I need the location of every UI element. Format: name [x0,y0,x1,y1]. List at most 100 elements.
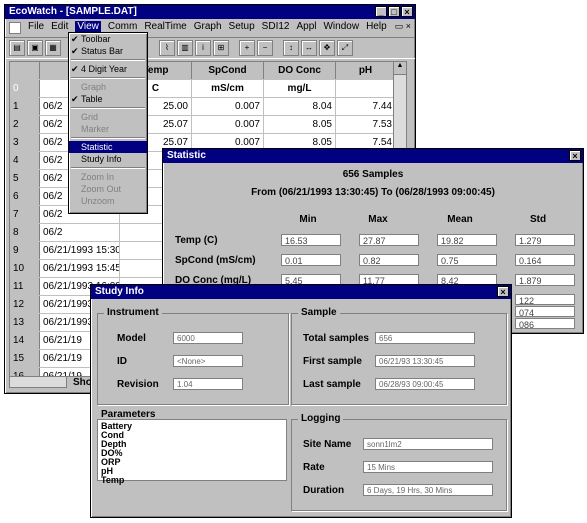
parameter-item[interactable]: Cond [101,431,283,440]
statistic-close-button[interactable]: × [569,150,581,161]
view-menu-item-zoom-in[interactable]: Zoom In [69,171,147,183]
menu-file[interactable]: File [28,21,44,35]
menu-appl[interactable]: Appl [296,21,316,35]
revision-label: Revision [117,379,159,390]
graph-icon[interactable]: ⌇ [159,40,175,56]
view-menu-item-study-info[interactable]: Study Info [69,153,147,165]
study-titlebar[interactable]: Study Info × [91,285,511,299]
view-menu-item-4-digit-year[interactable]: ✔ 4 Digit Year [69,63,147,75]
menu-help[interactable]: Help [366,21,387,35]
view-menu-item-toolbar[interactable]: ✔ Toolbar [69,33,147,45]
view-menu-dropdown: ✔ Toolbar ✔ Status Bar ✔ 4 Digit Year Graph ✔ Ta… [68,32,148,214]
model-field[interactable]: 6000 [173,332,243,344]
view-menu-item-marker[interactable]: Marker [69,123,147,135]
date-cell[interactable]: 06/2 [40,224,120,241]
parameter-item[interactable]: ORP [101,458,283,467]
row-number: 8 [10,224,40,241]
view-menu-item-label: Status Bar [81,46,124,56]
parameter-item[interactable]: Battery [101,422,283,431]
main-titlebar[interactable]: EcoWatch - [SAMPLE.DAT] _ □ × [5,5,415,19]
menu-window[interactable]: Window [323,21,359,35]
statistic-titlebar[interactable]: Statistic × [163,149,583,163]
row-number: 15 [10,350,40,367]
row-number: 9 [10,242,40,259]
menu-realtime[interactable]: RealTime [144,21,186,35]
statistic-value: 0.164 [515,254,575,266]
date-cell[interactable]: 06/21/1993 15:30:45 [40,242,120,259]
view-menu-item-status-bar[interactable]: ✔ Status Bar [69,45,147,57]
last-sample-label: Last sample [303,379,361,390]
first-sample-field[interactable]: 06/21/93 13:30:45 [375,355,475,367]
view-menu-item-grid[interactable]: Grid [69,111,147,123]
do-cell[interactable]: 8.04 [264,98,336,115]
last-sample-field[interactable]: 06/28/93 09:00:45 [375,378,475,390]
maximize-button[interactable]: □ [388,6,400,17]
menu-setup[interactable]: Setup [229,21,255,35]
do-cell[interactable]: 8.05 [264,116,336,133]
corner-cell [10,62,40,79]
mdi-controls: ▭ × [395,21,411,32]
statistic-title: Statistic [167,150,206,161]
date-cell[interactable]: 06/21/1993 15:45:45 [40,260,120,277]
save-icon[interactable]: ▣ [27,40,43,56]
statistic-value: 086 [515,318,575,330]
mdi-restore-icon[interactable]: ▭ [395,21,404,31]
ph-cell[interactable]: 7.53 [336,116,396,133]
max-header: Max [368,214,388,225]
model-label: Model [117,333,146,344]
menu-separator [71,167,145,169]
parameter-item[interactable]: pH [101,467,283,476]
menu-separator [71,77,145,79]
close-button[interactable]: × [401,6,413,17]
statistic-value: 1.879 [515,274,575,286]
info-icon[interactable]: i [195,40,211,56]
open-icon[interactable]: ▤ [9,40,25,56]
row-number: 6 [10,188,40,205]
column-header-ph[interactable]: pH [336,62,396,79]
menu-sdi12[interactable]: SDI12 [262,21,290,35]
rate-field[interactable]: 15 Mins [363,461,493,473]
spcond-cell[interactable]: 0.007 [192,98,264,115]
marker-icon[interactable]: ⊞ [213,40,229,56]
column-header-do[interactable]: DO Conc [264,62,336,79]
view-menu-item-table[interactable]: ✔ Table [69,93,147,105]
zoom-in-icon[interactable]: + [239,40,255,56]
spcond-cell[interactable]: 0.007 [192,116,264,133]
view-menu-item-label: Toolbar [81,34,111,44]
sample-group-title: Sample [298,307,340,318]
scroll-up-icon[interactable]: ▲ [394,62,406,75]
zoom-out-icon[interactable]: − [257,40,273,56]
row-number: 12 [10,296,40,313]
view-menu-item-zoom-out[interactable]: Zoom Out [69,183,147,195]
pan-icon[interactable]: ✥ [319,40,335,56]
column-header-spcond[interactable]: SpCond [192,62,264,79]
print-icon[interactable]: ▦ [45,40,61,56]
parameter-item[interactable]: Depth [101,440,283,449]
view-menu-item-statistic[interactable]: Statistic [69,141,147,153]
duration-label: Duration [303,485,345,496]
duration-field[interactable]: 6 Days, 19 Hrs, 30 Mins [363,484,493,496]
checkmark-icon: ✔ [71,46,79,56]
row-number: 7 [10,206,40,223]
total-samples-field[interactable]: 656 [375,332,475,344]
view-menu-item-unzoom[interactable]: Unzoom [69,195,147,207]
scale-icon[interactable]: ↕ [283,40,299,56]
sample-count: 656 Samples [342,169,404,180]
site-name-field[interactable]: sonn1lm2 [363,438,493,450]
menu-edit[interactable]: Edit [51,21,68,35]
table-icon[interactable]: ▥ [177,40,193,56]
parameter-item[interactable]: Temp [101,476,283,485]
study-close-button[interactable]: × [497,286,509,297]
view-menu-item-graph[interactable]: Graph [69,81,147,93]
revision-field[interactable]: 1.04 [173,378,243,390]
doc-icon[interactable] [9,22,21,34]
minimize-button[interactable]: _ [375,6,387,17]
range-icon[interactable]: ↔ [301,40,317,56]
menu-graph[interactable]: Graph [194,21,222,35]
parameter-item[interactable]: DO% [101,449,283,458]
pick-icon[interactable]: ⤢ [337,40,353,56]
id-field[interactable]: <None> [173,355,243,367]
mdi-close-icon[interactable]: × [406,21,411,31]
ph-cell[interactable]: 7.44 [336,98,396,115]
parameters-list[interactable]: Battery Cond Depth DO% ORP pH Temp [97,419,287,485]
